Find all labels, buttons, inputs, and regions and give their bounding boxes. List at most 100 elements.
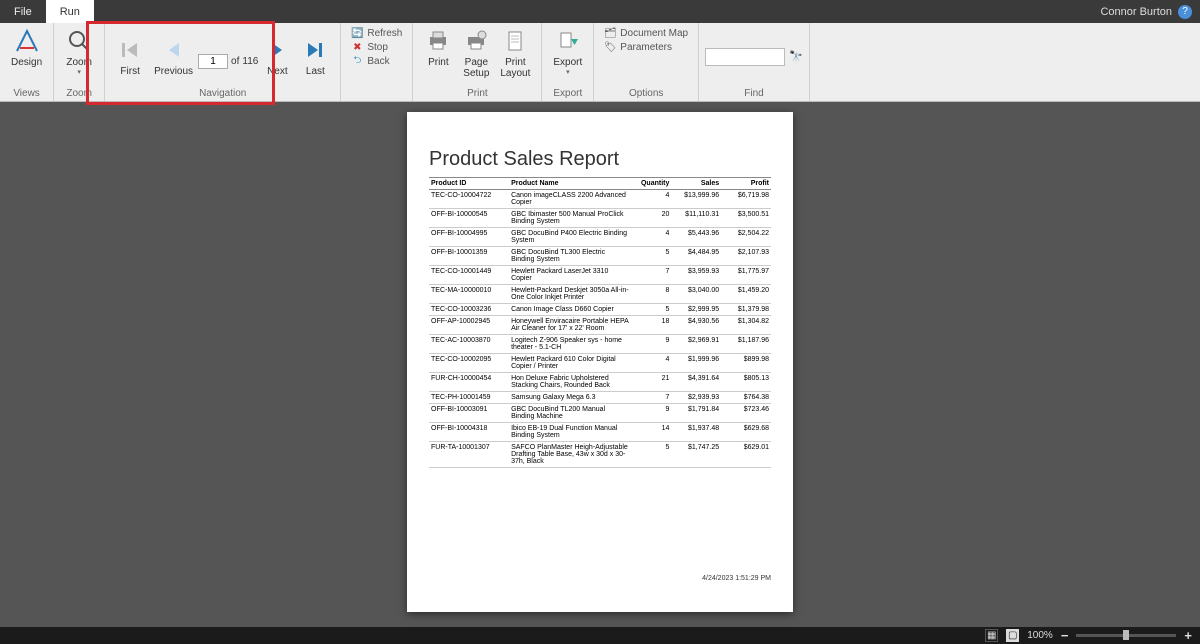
find-input[interactable]: [705, 48, 785, 66]
stop-label: Stop: [367, 42, 388, 53]
print-layout-button[interactable]: Print Layout: [495, 25, 535, 81]
page-number-input[interactable]: [198, 54, 228, 69]
cell-quantity: 4: [631, 190, 671, 209]
table-row: OFF-AP-10002945Honeywell Enviracaire Por…: [429, 316, 771, 335]
cell-quantity: 21: [631, 373, 671, 392]
cell-profit: $629.01: [721, 442, 771, 468]
export-button[interactable]: Export ▾: [548, 25, 587, 78]
tab-run[interactable]: Run: [46, 0, 94, 23]
first-label: First: [120, 66, 139, 77]
cell-product-name: GBC DocuBind TL300 Electric Binding Syst…: [509, 247, 631, 266]
table-row: TEC-CO-10003236Canon Image Class D660 Co…: [429, 304, 771, 316]
cell-product-name: Ibico EB-19 Dual Function Manual Binding…: [509, 423, 631, 442]
next-label: Next: [267, 66, 288, 77]
table-row: TEC-CO-10001449Hewlett Packard LaserJet …: [429, 266, 771, 285]
stop-button[interactable]: ✖ Stop: [351, 41, 402, 53]
cell-profit: $1,304.82: [721, 316, 771, 335]
cell-sales: $4,930.56: [671, 316, 721, 335]
cell-sales: $13,999.96: [671, 190, 721, 209]
cell-product-name: Honeywell Enviracaire Portable HEPA Air …: [509, 316, 631, 335]
back-button[interactable]: ⮌Back: [351, 55, 402, 67]
cell-profit: $723.46: [721, 404, 771, 423]
stop-icon: ✖: [351, 41, 363, 53]
page-setup-label: Page Setup: [463, 57, 489, 79]
cell-product-name: SAFCO PlanMaster Heigh-Adjustable Drafti…: [509, 442, 631, 468]
zoom-button[interactable]: Zoom ▾: [60, 25, 98, 78]
page-of-label: of: [231, 56, 239, 67]
zoom-thumb[interactable]: [1123, 630, 1129, 640]
table-row: OFF-BI-10004318Ibico EB-19 Dual Function…: [429, 423, 771, 442]
col-sales: Sales: [671, 178, 721, 190]
first-page-button[interactable]: First: [111, 34, 149, 79]
cell-sales: $3,959.93: [671, 266, 721, 285]
cell-quantity: 7: [631, 392, 671, 404]
zoom-out-button[interactable]: −: [1061, 628, 1069, 643]
cell-sales: $1,747.25: [671, 442, 721, 468]
last-page-button[interactable]: Last: [296, 34, 334, 79]
view-mode-page-icon[interactable]: ▢: [1006, 629, 1019, 642]
cell-product-name: Hewlett Packard LaserJet 3310 Copier: [509, 266, 631, 285]
parameters-button[interactable]: 🏷Parameters: [604, 41, 688, 53]
report-timestamp: 4/24/2023 1:51:29 PM: [702, 575, 771, 582]
last-icon: [301, 36, 329, 64]
cell-sales: $11,110.31: [671, 209, 721, 228]
view-mode-normal-icon[interactable]: ▦: [985, 629, 998, 642]
table-row: OFF-BI-10004995GBC DocuBind P400 Electri…: [429, 228, 771, 247]
current-user[interactable]: Connor Burton ?: [1092, 0, 1200, 23]
ribbon-group-print: Print Page Setup Print Layout Print: [413, 23, 542, 101]
table-row: OFF-BI-10003091GBC DocuBind TL200 Manual…: [429, 404, 771, 423]
back-label: Back: [367, 56, 389, 67]
table-row: OFF-BI-10001359GBC DocuBind TL300 Electr…: [429, 247, 771, 266]
col-profit: Profit: [721, 178, 771, 190]
cell-sales: $4,391.64: [671, 373, 721, 392]
cell-product-id: TEC-CO-10004722: [429, 190, 509, 209]
zoom-in-button[interactable]: +: [1184, 628, 1192, 643]
cell-product-id: TEC-CO-10003236: [429, 304, 509, 316]
ribbon-group-views: Design Views: [0, 23, 54, 101]
report-title: Product Sales Report: [429, 148, 771, 171]
ribbon: Design Views Zoom ▾ Zoom First Pr: [0, 23, 1200, 102]
cell-quantity: 20: [631, 209, 671, 228]
ribbon-group-navigation: First Previous of 116 Next Last Navigati…: [105, 23, 341, 101]
last-label: Last: [306, 66, 325, 77]
cell-quantity: 8: [631, 285, 671, 304]
document-map-button[interactable]: 🗂Document Map: [604, 27, 688, 39]
table-row: TEC-CO-10002095Hewlett Packard 610 Color…: [429, 354, 771, 373]
ribbon-group-actions: 🔄Refresh ✖ Stop ⮌Back: [341, 23, 413, 101]
cell-sales: $2,939.93: [671, 392, 721, 404]
cell-profit: $2,107.93: [721, 247, 771, 266]
cell-product-id: OFF-BI-10004318: [429, 423, 509, 442]
cell-product-id: TEC-MA-10000010: [429, 285, 509, 304]
cell-quantity: 5: [631, 442, 671, 468]
refresh-button[interactable]: 🔄Refresh: [351, 27, 402, 39]
help-icon[interactable]: ?: [1178, 5, 1192, 19]
design-button[interactable]: Design: [6, 25, 47, 70]
cell-quantity: 14: [631, 423, 671, 442]
cell-profit: $629.68: [721, 423, 771, 442]
cell-product-name: Samsung Galaxy Mega 6.3: [509, 392, 631, 404]
printer-icon: [424, 27, 452, 55]
table-row: TEC-CO-10004722Canon imageCLASS 2200 Adv…: [429, 190, 771, 209]
cell-sales: $4,484.95: [671, 247, 721, 266]
zoom-slider[interactable]: [1076, 634, 1176, 637]
cell-sales: $5,443.96: [671, 228, 721, 247]
previous-page-button[interactable]: Previous: [149, 34, 198, 79]
tab-file[interactable]: File: [0, 0, 46, 23]
parameters-label: Parameters: [620, 42, 672, 53]
group-label-export: Export: [542, 88, 593, 101]
page-setup-button[interactable]: Page Setup: [457, 25, 495, 81]
next-page-button[interactable]: Next: [258, 34, 296, 79]
cell-product-id: OFF-BI-10000545: [429, 209, 509, 228]
report-canvas[interactable]: Product Sales Report Product ID Product …: [0, 102, 1200, 627]
group-label-print: Print: [413, 88, 541, 101]
binoculars-icon[interactable]: 🔭: [789, 50, 803, 63]
cell-profit: $3,500.51: [721, 209, 771, 228]
cell-product-name: GBC DocuBind TL200 Manual Binding Machin…: [509, 404, 631, 423]
cell-product-id: OFF-BI-10003091: [429, 404, 509, 423]
print-button[interactable]: Print: [419, 25, 457, 70]
group-label-actions: [341, 88, 412, 101]
group-label-navigation: Navigation: [105, 88, 340, 101]
table-row: TEC-PH-10001459Samsung Galaxy Mega 6.37$…: [429, 392, 771, 404]
cell-product-name: GBC Ibimaster 500 Manual ProClick Bindin…: [509, 209, 631, 228]
group-label-views: Views: [0, 88, 53, 101]
